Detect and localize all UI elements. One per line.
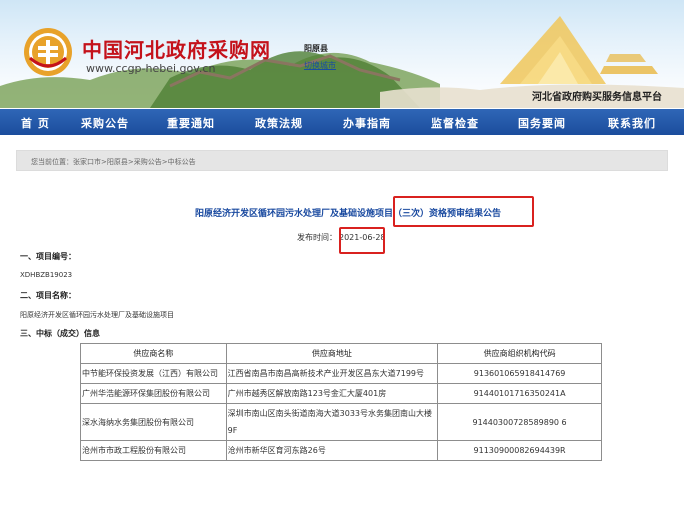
project-name-heading: 二、项目名称： bbox=[20, 291, 76, 300]
project-number-value: XDHBZB19023 bbox=[20, 271, 73, 279]
nav-item-procurement-notices[interactable]: 采购公告 bbox=[81, 115, 129, 131]
nav-item-contact[interactable]: 联系我们 bbox=[608, 115, 656, 131]
publish-label: 发布时间： bbox=[297, 233, 337, 242]
breadcrumb-prefix: 您当前位置： bbox=[31, 158, 73, 166]
project-number-heading: 一、项目编号： bbox=[20, 252, 76, 261]
switch-city-link[interactable]: 切换城市 bbox=[304, 60, 336, 71]
nav-item-policies[interactable]: 政策法规 bbox=[255, 115, 303, 131]
table-row: 深水海纳水务集团股份有限公司 深圳市南山区南头街道南海大道3033号水务集团南山… bbox=[80, 403, 602, 441]
header-supplier-code: 供应商组织机构代码 bbox=[437, 343, 602, 364]
header-supplier-name: 供应商名称 bbox=[80, 343, 227, 364]
site-url[interactable]: www.ccgp-hebei.gov.cn bbox=[86, 62, 215, 75]
nav-item-home[interactable]: 首 页 bbox=[21, 115, 50, 131]
supplier-code-cell: 91440101716350241A bbox=[437, 383, 602, 404]
site-title[interactable]: 中国河北政府采购网 bbox=[82, 34, 271, 63]
supplier-code-cell: 91130900082694439R bbox=[437, 440, 602, 461]
supplier-code-cell: 91440300728589890 6 bbox=[437, 403, 602, 441]
title-highlight-box bbox=[393, 196, 534, 227]
nav-item-supervision[interactable]: 监督检查 bbox=[431, 115, 479, 131]
table-row: 中节能环保投资发展（江西）有限公司 江西省南昌市南昌高新技术产业开发区昌东大道7… bbox=[80, 363, 602, 384]
nav-item-state-news[interactable]: 国务要闻 bbox=[518, 115, 566, 131]
table-header-row: 供应商名称 供应商地址 供应商组织机构代码 bbox=[80, 343, 602, 364]
breadcrumb: 您当前位置：张家口市>阳原县>采购公告>中标公告 bbox=[16, 150, 668, 171]
breadcrumb-path[interactable]: 张家口市>阳原县>采购公告>中标公告 bbox=[73, 158, 196, 166]
supplier-name-cell: 广州华浩能源环保集团股份有限公司 bbox=[80, 383, 227, 404]
table-row: 广州华浩能源环保集团股份有限公司 广州市越秀区解放南路123号金汇大厦401房 … bbox=[80, 383, 602, 404]
project-name-value: 阳原经济开发区循环园污水处理厂及基础设施项目 bbox=[20, 311, 174, 319]
header-supplier-address: 供应商地址 bbox=[225, 343, 439, 364]
supplier-name-cell: 深水海纳水务集团股份有限公司 bbox=[80, 403, 227, 441]
main-nav: 首 页 采购公告 重要通知 政策法规 办事指南 监督检查 国务要闻 联系我们 bbox=[0, 109, 684, 135]
date-highlight-box bbox=[339, 227, 385, 254]
supplier-table: 供应商名称 供应商地址 供应商组织机构代码 中节能环保投资发展（江西）有限公司 … bbox=[80, 343, 602, 461]
site-banner: 中国河北政府采购网 www.ccgp-hebei.gov.cn 阳原县 切换城市… bbox=[0, 0, 684, 108]
emblem-logo-icon[interactable] bbox=[22, 26, 74, 78]
supplier-address-cell: 江西省南昌市南昌高新技术产业开发区昌东大道7199号 bbox=[225, 363, 439, 384]
supplier-code-cell: 913601065918414769 bbox=[437, 363, 602, 384]
supplier-address-cell: 深圳市南山区南头街道南海大道3033号水务集团南山大楼9F bbox=[225, 403, 439, 441]
supplier-address-cell: 广州市越秀区解放南路123号金汇大厦401房 bbox=[225, 383, 439, 404]
nav-item-important-notices[interactable]: 重要通知 bbox=[167, 115, 215, 131]
supplier-name-cell: 沧州市市政工程股份有限公司 bbox=[80, 440, 227, 461]
nav-item-guide[interactable]: 办事指南 bbox=[343, 115, 391, 131]
region-name: 阳原县 bbox=[304, 44, 328, 53]
supplier-name-cell: 中节能环保投资发展（江西）有限公司 bbox=[80, 363, 227, 384]
winner-info-heading: 三、中标（成交）信息 bbox=[20, 329, 100, 338]
notice-title: 阳原经济开发区循环园污水处理厂及基础设施项目（三次）资格预审结果公告 bbox=[194, 209, 501, 219]
supplier-address-cell: 沧州市新华区育河东路26号 bbox=[225, 440, 439, 461]
table-row: 沧州市市政工程股份有限公司 沧州市新华区育河东路26号 911309000826… bbox=[80, 440, 602, 461]
platform-name[interactable]: 河北省政府购买服务信息平台 bbox=[532, 88, 662, 103]
